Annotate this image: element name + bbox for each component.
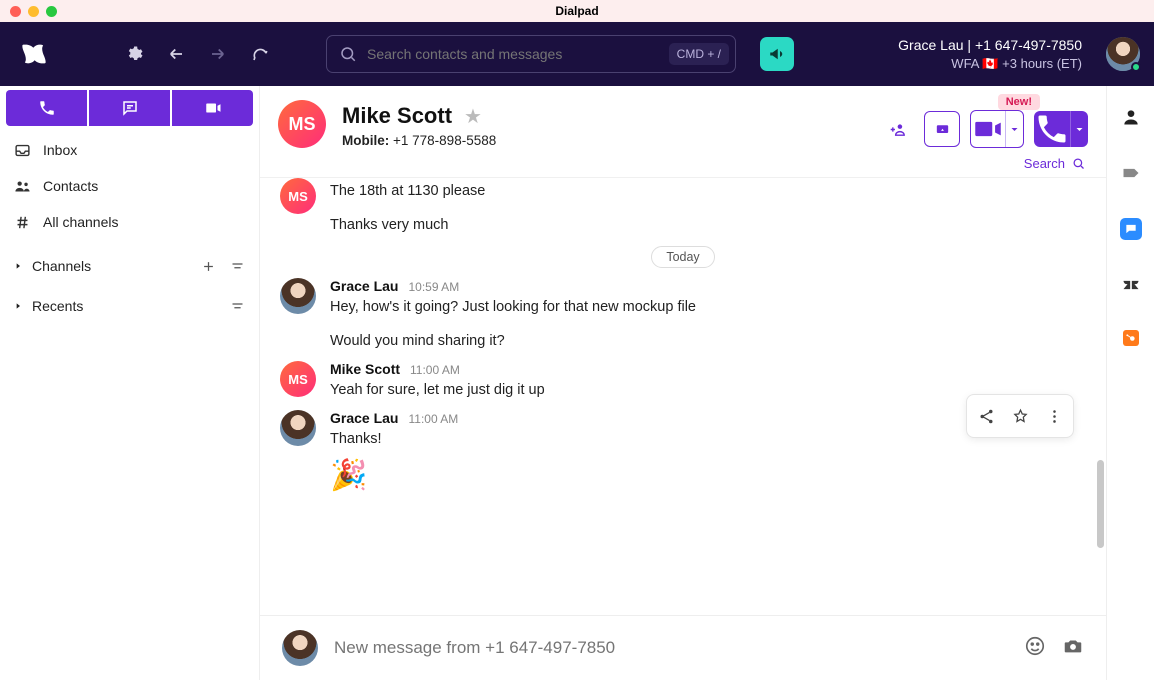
sidebar-section-channels[interactable]: Channels	[0, 246, 259, 286]
voice-call-button[interactable]	[1034, 111, 1070, 147]
sidebar-section-label: Channels	[32, 258, 191, 274]
message-time: 11:00 AM	[408, 412, 458, 426]
camera-button[interactable]	[1062, 635, 1084, 662]
settings-button[interactable]	[118, 38, 150, 70]
composer-avatar	[282, 630, 318, 666]
sidebar-item-inbox[interactable]: Inbox	[0, 132, 259, 168]
sidebar-item-all-channels[interactable]: All channels	[0, 204, 259, 240]
sidebar-section-recents[interactable]: Recents	[0, 286, 259, 326]
window-close-button[interactable]	[10, 6, 21, 17]
plus-icon[interactable]	[201, 259, 216, 274]
voice-call-split-button[interactable]	[1034, 111, 1088, 147]
message-avatar[interactable]	[280, 278, 316, 314]
rail-chat-integration-icon[interactable]	[1120, 218, 1142, 240]
rail-zendesk-icon[interactable]	[1120, 274, 1142, 296]
message-hover-toolbar	[966, 394, 1074, 438]
video-call-split-button[interactable]	[970, 110, 1024, 148]
message-avatar[interactable]	[280, 410, 316, 446]
nav-back-button[interactable]	[160, 38, 192, 70]
video-call-dropdown[interactable]	[1005, 111, 1023, 147]
sidebar-section-label: Recents	[32, 298, 220, 314]
search-input[interactable]	[367, 46, 669, 62]
message-action-button[interactable]	[89, 90, 170, 126]
contact-name: Mike Scott	[342, 103, 452, 129]
conversation-search-button[interactable]: Search	[278, 156, 1088, 171]
caret-right-icon	[14, 301, 22, 311]
filter-icon[interactable]	[230, 259, 245, 274]
announcements-button[interactable]	[760, 37, 794, 71]
hash-icon	[14, 214, 31, 231]
contact-phone: Mobile: +1 778-898-5588	[342, 133, 882, 148]
add-contact-button[interactable]	[882, 111, 914, 147]
forward-message-button[interactable]	[971, 401, 1001, 431]
message-time: 10:59 AM	[408, 280, 459, 294]
date-divider: Today	[280, 246, 1086, 268]
window-zoom-button[interactable]	[46, 6, 57, 17]
rail-tag-icon[interactable]	[1120, 162, 1142, 184]
video-call-button[interactable]	[971, 111, 1005, 147]
message-sender: Grace Lau	[330, 410, 398, 426]
right-rail	[1106, 86, 1154, 680]
contact-avatar[interactable]: MS	[278, 100, 326, 148]
message-sender: Grace Lau	[330, 278, 398, 294]
refresh-button[interactable]	[244, 38, 276, 70]
sidebar-item-label: All channels	[43, 214, 119, 230]
app-logo[interactable]	[20, 40, 48, 68]
window-title: Dialpad	[555, 4, 598, 18]
search-icon	[1071, 156, 1086, 171]
search-icon	[339, 45, 357, 63]
share-icon	[978, 408, 995, 425]
voice-call-dropdown[interactable]	[1070, 111, 1088, 147]
window-titlebar: Dialpad	[0, 0, 1154, 22]
profile-name-phone: Grace Lau | +1 647-497-7850	[898, 36, 1082, 55]
message-text: Hey, how's it going? Just looking for th…	[330, 297, 1086, 317]
contacts-icon	[14, 178, 31, 195]
inbox-icon	[14, 142, 31, 159]
nav-forward-button[interactable]	[202, 38, 234, 70]
message-text: The 18th at 1130 please	[330, 181, 1086, 201]
more-options-button[interactable]	[1039, 401, 1069, 431]
contact-header: MS Mike Scott ★ Mobile: +1 778-898-5588 …	[260, 86, 1106, 178]
profile-info[interactable]: Grace Lau | +1 647-497-7850 WFA 🇨🇦 +3 ho…	[898, 36, 1082, 72]
search-shortcut: CMD + /	[669, 43, 729, 65]
left-sidebar: Inbox Contacts All channels Channels Rec…	[0, 86, 260, 680]
message-list[interactable]: MS The 18th at 1130 please Thanks very m…	[260, 178, 1106, 615]
presence-indicator	[1131, 62, 1141, 72]
filter-icon[interactable]	[230, 299, 245, 314]
star-message-button[interactable]	[1005, 401, 1035, 431]
global-search[interactable]: CMD + /	[326, 35, 736, 73]
message-text: Would you mind sharing it?	[330, 331, 1086, 351]
message-reaction[interactable]: 🎉	[330, 458, 1086, 493]
sidebar-item-label: Inbox	[43, 142, 77, 158]
scrollbar-thumb[interactable]	[1097, 460, 1104, 548]
rail-profile-icon[interactable]	[1120, 106, 1142, 128]
message-sender: Mike Scott	[330, 361, 400, 377]
profile-avatar[interactable]	[1106, 37, 1140, 71]
caret-right-icon	[14, 261, 22, 271]
profile-status: WFA 🇨🇦 +3 hours (ET)	[898, 55, 1082, 73]
composer-input[interactable]	[334, 638, 1008, 658]
message-time: 11:00 AM	[410, 363, 460, 377]
star-icon	[1012, 408, 1029, 425]
video-action-button[interactable]	[172, 90, 253, 126]
app-topbar: CMD + / Grace Lau | +1 647-497-7850 WFA …	[0, 22, 1154, 86]
rail-hubspot-icon[interactable]	[1123, 330, 1139, 346]
message-text: Thanks very much	[330, 215, 1086, 235]
sidebar-item-contacts[interactable]: Contacts	[0, 168, 259, 204]
new-badge: New!	[998, 94, 1040, 110]
message-composer	[260, 615, 1106, 680]
kebab-icon	[1046, 408, 1063, 425]
emoji-picker-button[interactable]	[1024, 635, 1046, 662]
window-minimize-button[interactable]	[28, 6, 39, 17]
message-avatar[interactable]: MS	[280, 361, 316, 397]
call-action-button[interactable]	[6, 90, 87, 126]
sidebar-item-label: Contacts	[43, 178, 98, 194]
message-avatar[interactable]: MS	[280, 178, 316, 214]
favorite-star-icon[interactable]: ★	[464, 104, 482, 129]
share-screen-button[interactable]	[924, 111, 960, 147]
